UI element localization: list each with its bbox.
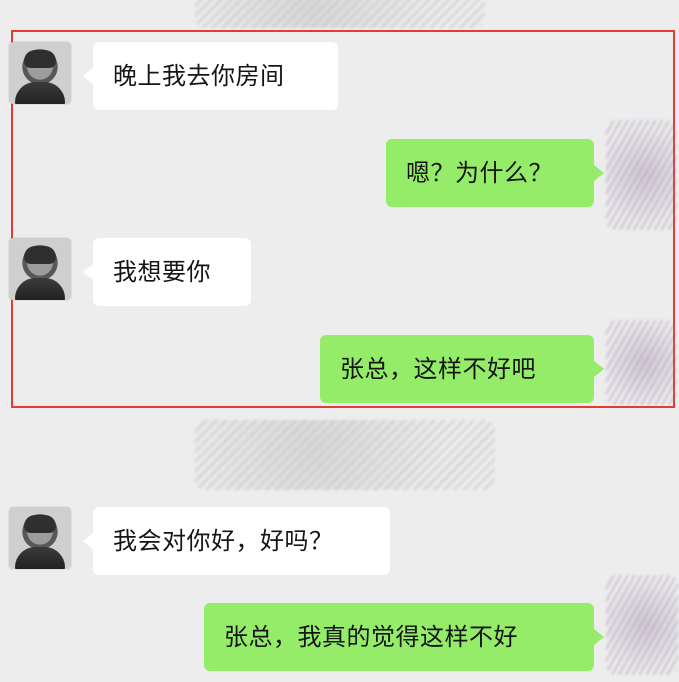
bubble-tail-icon: [83, 264, 93, 280]
chat-canvas: 晚上我去你房间 嗯？为什么？ 我想要你 张总，这样不好吧 我会对你好，好吗？ 张…: [0, 0, 679, 682]
message-text: 张总，这样不好吧: [340, 355, 536, 383]
top-scribble: [195, 0, 485, 28]
message-bubble-outgoing[interactable]: 张总，我真的觉得这样不好: [204, 603, 604, 671]
bubble-tail-icon: [83, 533, 93, 549]
right-avatar-scribble: [606, 575, 678, 675]
message-text: 嗯？为什么？: [406, 159, 553, 187]
middle-scribble: [195, 420, 495, 490]
avatar-icon[interactable]: [9, 238, 71, 300]
bubble-tail-icon: [83, 68, 93, 84]
message-bubble-incoming[interactable]: 我会对你好，好吗？: [83, 507, 390, 575]
avatar-icon[interactable]: [9, 507, 71, 569]
message-text: 晚上我去你房间: [113, 62, 285, 90]
message-bubble-outgoing[interactable]: 嗯？为什么？: [386, 139, 604, 207]
message-bubble-incoming[interactable]: 我想要你: [83, 238, 251, 306]
right-avatar-scribble: [606, 120, 676, 230]
bubble-tail-icon: [594, 629, 604, 645]
message-text: 张总，我真的觉得这样不好: [224, 623, 518, 651]
avatar-icon[interactable]: [9, 42, 71, 104]
right-avatar-scribble: [606, 320, 676, 405]
message-bubble-outgoing[interactable]: 张总，这样不好吧: [320, 335, 604, 403]
message-bubble-incoming[interactable]: 晚上我去你房间: [83, 42, 338, 110]
message-text: 我会对你好，好吗？: [113, 527, 334, 555]
bubble-tail-icon: [594, 165, 604, 181]
message-text: 我想要你: [113, 258, 211, 286]
bubble-tail-icon: [594, 361, 604, 377]
